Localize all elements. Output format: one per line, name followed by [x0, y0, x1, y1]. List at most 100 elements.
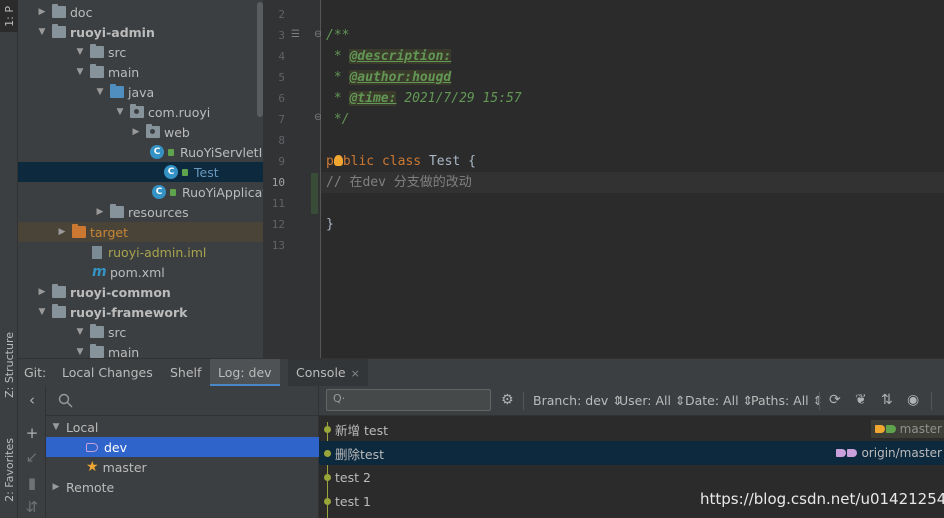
chevron-down-icon[interactable]: ▼	[74, 67, 86, 77]
tab-local-changes[interactable]: Local Changes	[62, 359, 153, 387]
chevron-down-icon[interactable]: ▼	[94, 87, 106, 97]
chevron-down-icon[interactable]: ▼	[74, 47, 86, 57]
tree-item[interactable]: ▼ main	[18, 62, 263, 82]
lightbulb-icon[interactable]	[333, 155, 343, 166]
chevron-right-icon[interactable]: ▶	[94, 207, 106, 217]
chevron-down-icon[interactable]: ▼	[74, 347, 86, 357]
tree-item[interactable]: ▼ ruoyi-framework	[18, 302, 263, 322]
folder-icon	[90, 44, 104, 58]
line-number: 11	[271, 197, 285, 210]
branch-item-dev-label: dev	[104, 439, 128, 455]
tree-item[interactable]: ▶ ruoyi-common	[18, 282, 263, 302]
date-filter[interactable]: Date: All ⇕	[685, 386, 753, 416]
commit-row[interactable]: 新增 test master	[319, 417, 944, 441]
arrow-left-icon[interactable]: ‹	[18, 391, 46, 409]
tree-item[interactable]: m pom.xml	[18, 262, 263, 282]
commit-message: test 1	[335, 493, 371, 509]
eye-icon[interactable]: ◉	[907, 392, 919, 408]
chevron-down-icon[interactable]: ▼	[36, 307, 48, 317]
chevron-right-icon[interactable]: ▶	[36, 7, 48, 17]
code-line-10: // 在dev 分支做的改动	[326, 172, 472, 193]
tree-item[interactable]: ▼ src	[18, 322, 263, 342]
chevron-down-icon[interactable]: ▼	[114, 107, 126, 117]
tree-item[interactable]: C RuoYiServletIn	[18, 142, 263, 162]
tree-item[interactable]: ▶ web	[18, 122, 263, 142]
log-search-input[interactable]: Q·	[326, 389, 491, 411]
chevron-down-icon[interactable]: ▼	[36, 27, 48, 37]
code-line-3: /**	[326, 25, 349, 46]
chevron-down-icon: ▼	[52, 422, 60, 432]
branch-item-master-label: master	[102, 459, 147, 475]
tree-item[interactable]: ▼ ruoyi-admin	[18, 22, 263, 42]
favorites-tool-tab[interactable]: 2: Favorites	[0, 430, 18, 510]
tree-item[interactable]: ▼ com.ruoyi	[18, 102, 263, 122]
checkout-arrow-icon[interactable]: ↙	[18, 448, 46, 466]
structure-tool-tab[interactable]: Z: Structure	[0, 330, 18, 400]
chevron-right-icon[interactable]: ▶	[56, 227, 68, 237]
code-line-9: p blic class Test {	[326, 151, 476, 172]
paths-filter[interactable]: Paths: All ⇕	[751, 386, 823, 416]
chevron-down-icon[interactable]: ▼	[74, 327, 86, 337]
tab-log[interactable]: Log: dev	[210, 359, 280, 387]
line-number: 2	[278, 8, 285, 21]
lock-icon	[182, 168, 188, 176]
branch-group-local-label: Local	[66, 419, 99, 435]
code-line-5: * @author:hougd	[326, 67, 452, 88]
tab-shelf[interactable]: Shelf	[170, 359, 201, 387]
search-icon	[58, 393, 73, 408]
doc-tag-author: @author:hougd	[349, 70, 452, 85]
tab-console[interactable]: Console ×	[288, 359, 368, 387]
commit-graph-node	[324, 497, 331, 505]
tree-item[interactable]: ▶ doc	[18, 2, 263, 22]
vcs-change-marker[interactable]	[311, 173, 318, 214]
remote-ref-label: origin/master	[832, 444, 944, 462]
code-editor[interactable]: /** * @description: * @author:hougd * @t…	[321, 0, 944, 358]
refresh-icon[interactable]: ⟳	[829, 392, 841, 408]
branch-filter[interactable]: Branch: dev ⇕	[533, 386, 623, 416]
line-number: 9	[278, 155, 285, 168]
branch-group-remote[interactable]: ▶ Remote	[46, 477, 319, 497]
tree-item[interactable]: C RuoYiApplicati	[18, 182, 263, 202]
watermark: https://blog.csdn.net/u014212540	[700, 490, 944, 508]
branch-item-master[interactable]: ★ master	[46, 457, 319, 477]
line-comment: // 在dev 分支做的改动	[326, 175, 472, 190]
tag-icon	[885, 425, 896, 433]
lock-icon	[170, 188, 176, 196]
toolbar-divider	[819, 392, 820, 410]
tree-item[interactable]: ▶ target	[18, 222, 263, 242]
branch-search[interactable]	[46, 386, 319, 416]
keyword-public-start: p	[326, 154, 334, 169]
tree-item[interactable]: C Test	[18, 162, 263, 182]
branch-item-dev[interactable]: dev	[46, 437, 319, 457]
log-search-placeholder: Q·	[333, 392, 346, 405]
trash-icon[interactable]: ▮	[18, 474, 46, 492]
module-folder-icon	[52, 284, 66, 298]
user-filter[interactable]: User: All ⇕	[619, 386, 685, 416]
sort-icon[interactable]: ⇅	[881, 392, 893, 408]
doc-comment-close: */	[326, 112, 350, 127]
branch-group-remote-label: Remote	[66, 479, 115, 495]
tree-item[interactable]: ▼ main	[18, 342, 263, 358]
cherry-pick-icon[interactable]: ❦	[855, 392, 867, 408]
project-tree: ▶ doc ▼ ruoyi-admin ▼ src ▼ main ▼ java ▼ com.ruoyi…	[18, 0, 263, 358]
branch-group-local[interactable]: ▼ Local	[46, 417, 319, 437]
tree-item-label: doc	[70, 4, 93, 20]
chevron-right-icon[interactable]: ▶	[36, 287, 48, 297]
tag-icon	[874, 425, 885, 433]
tree-item[interactable]: ▼ src	[18, 42, 263, 62]
tree-item-label: com.ruoyi	[148, 104, 211, 120]
project-tool-tab[interactable]: 1: P	[0, 0, 18, 32]
gear-icon[interactable]: ⚙	[501, 392, 514, 408]
merge-arrows-icon[interactable]: ⇵	[18, 498, 46, 516]
chevron-right-icon[interactable]: ▶	[130, 127, 142, 137]
tree-item[interactable]: ruoyi-admin.iml	[18, 242, 263, 262]
tree-item[interactable]: ▶ resources	[18, 202, 263, 222]
structure-tool-tab-label: Z: Structure	[2, 332, 16, 398]
tree-item[interactable]: ▼ java	[18, 82, 263, 102]
commit-row[interactable]: 删除test origin/master	[319, 441, 944, 465]
commit-graph-node	[324, 449, 331, 457]
branches-action-bar: ‹ + ↙ ▮ ⇵	[18, 386, 46, 518]
commit-row[interactable]: test 2	[319, 465, 944, 489]
plus-icon[interactable]: +	[18, 424, 46, 442]
close-icon[interactable]: ×	[351, 367, 360, 380]
